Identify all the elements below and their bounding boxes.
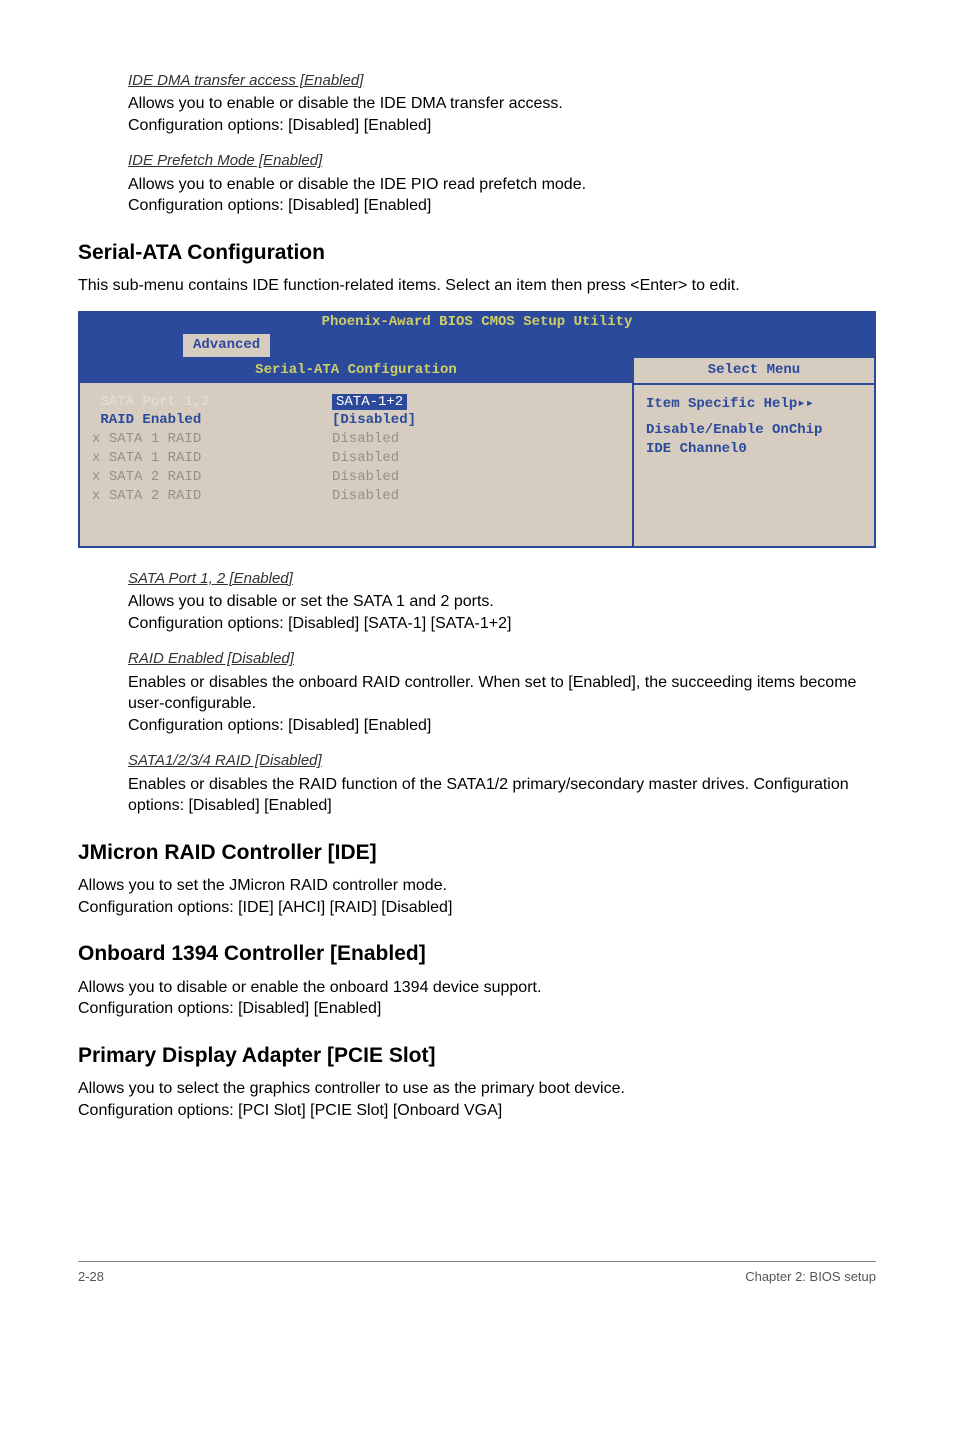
bios-help-l3: IDE Channel0 xyxy=(646,440,862,459)
row-value: Disabled xyxy=(332,430,432,449)
onboard1394-heading: Onboard 1394 Controller [Enabled] xyxy=(78,940,876,968)
ide-prefetch-title: IDE Prefetch Mode [Enabled] xyxy=(128,151,322,171)
sata-port-l2: Configuration options: [Disabled] [SATA-… xyxy=(128,615,511,632)
sata-raid-title: SATA1/2/3/4 RAID [Disabled] xyxy=(128,751,322,771)
primary-display-heading: Primary Display Adapter [PCIE Slot] xyxy=(78,1042,876,1070)
ide-prefetch-line1: Allows you to enable or disable the IDE … xyxy=(128,176,586,193)
bios-row-raid-enabled[interactable]: RAID Enabled [Disabled] xyxy=(92,411,620,430)
row-label: SATA 1 RAID xyxy=(109,431,201,447)
bios-tab-row: Advanced xyxy=(78,334,876,356)
primary-display-l1: Allows you to select the graphics contro… xyxy=(78,1078,876,1100)
ide-dma-block: IDE DMA transfer access [Enabled] Allows… xyxy=(128,70,876,136)
bios-subhead: Serial-ATA Configuration xyxy=(80,358,632,383)
bios-rows: SATA Port 1,2 SATA-1+2 RAID Enabled [Dis… xyxy=(80,383,632,546)
bios-help-title: Item Specific Help xyxy=(646,396,797,412)
row-prefix: x xyxy=(92,488,100,504)
row-prefix: x xyxy=(92,431,100,447)
page-footer: 2-28 Chapter 2: BIOS setup xyxy=(78,1261,876,1286)
row-value: SATA-1+2 xyxy=(332,394,407,410)
row-value: [Disabled] xyxy=(332,411,432,430)
sata-port-l1: Allows you to disable or set the SATA 1 … xyxy=(128,593,494,610)
jmicron-heading: JMicron RAID Controller [IDE] xyxy=(78,839,876,867)
bios-row-sata2-raid-b[interactable]: x SATA 2 RAID Disabled xyxy=(92,487,620,506)
primary-display-l2: Configuration options: [PCI Slot] [PCIE … xyxy=(78,1100,876,1122)
row-label: SATA Port 1,2 xyxy=(100,394,209,410)
bios-left-pane: Serial-ATA Configuration SATA Port 1,2 S… xyxy=(80,358,634,546)
row-prefix: x xyxy=(92,469,100,485)
raid-enabled-block: RAID Enabled [Disabled] Enables or disab… xyxy=(128,648,876,736)
raid-enabled-l2: Configuration options: [Disabled] [Enabl… xyxy=(128,717,431,734)
row-prefix: x xyxy=(92,450,100,466)
row-value: Disabled xyxy=(332,487,432,506)
arrows-icon: ▸▸ xyxy=(797,396,814,412)
bios-tab-advanced[interactable]: Advanced xyxy=(183,334,270,357)
raid-enabled-title: RAID Enabled [Disabled] xyxy=(128,649,294,669)
bios-title: Phoenix-Award BIOS CMOS Setup Utility xyxy=(78,311,876,334)
ide-prefetch-line2: Configuration options: [Disabled] [Enabl… xyxy=(128,197,431,214)
sata-port-title: SATA Port 1, 2 [Enabled] xyxy=(128,569,293,589)
row-value: Disabled xyxy=(332,468,432,487)
jmicron-l1: Allows you to set the JMicron RAID contr… xyxy=(78,875,876,897)
ide-dma-title: IDE DMA transfer access [Enabled] xyxy=(128,71,363,91)
row-label: SATA 2 RAID xyxy=(109,488,201,504)
bios-help: Item Specific Help▸▸ Disable/Enable OnCh… xyxy=(634,385,874,470)
sata-raid-block: SATA1/2/3/4 RAID [Disabled] Enables or d… xyxy=(128,750,876,816)
ide-dma-line1: Allows you to enable or disable the IDE … xyxy=(128,95,563,112)
bios-select-menu: Select Menu xyxy=(634,358,874,385)
serial-ata-lead: This sub-menu contains IDE function-rela… xyxy=(78,275,876,297)
bios-row-sata2-raid-a[interactable]: x SATA 2 RAID Disabled xyxy=(92,468,620,487)
row-value: Disabled xyxy=(332,449,432,468)
bios-panel: Phoenix-Award BIOS CMOS Setup Utility Ad… xyxy=(78,311,876,548)
sata-raid-l1: Enables or disables the RAID function of… xyxy=(128,776,849,815)
row-label: SATA 2 RAID xyxy=(109,469,201,485)
footer-left: 2-28 xyxy=(78,1268,104,1286)
row-label: RAID Enabled xyxy=(100,412,201,428)
bios-row-sata1-raid-b[interactable]: x SATA 1 RAID Disabled xyxy=(92,449,620,468)
jmicron-l2: Configuration options: [IDE] [AHCI] [RAI… xyxy=(78,897,876,919)
ide-prefetch-block: IDE Prefetch Mode [Enabled] Allows you t… xyxy=(128,150,876,216)
bios-body: Serial-ATA Configuration SATA Port 1,2 S… xyxy=(78,356,876,548)
sata-port-block: SATA Port 1, 2 [Enabled] Allows you to d… xyxy=(128,568,876,634)
row-label: SATA 1 RAID xyxy=(109,450,201,466)
bios-row-sata-port[interactable]: SATA Port 1,2 SATA-1+2 xyxy=(92,393,620,412)
footer-right: Chapter 2: BIOS setup xyxy=(745,1268,876,1286)
bios-help-l2: Disable/Enable OnChip xyxy=(646,421,862,440)
bios-right-pane: Select Menu Item Specific Help▸▸ Disable… xyxy=(634,358,874,546)
ide-dma-line2: Configuration options: [Disabled] [Enabl… xyxy=(128,117,431,134)
serial-ata-heading: Serial-ATA Configuration xyxy=(78,239,876,267)
raid-enabled-l1: Enables or disables the onboard RAID con… xyxy=(128,674,856,713)
bios-row-sata1-raid-a[interactable]: x SATA 1 RAID Disabled xyxy=(92,430,620,449)
onboard1394-l1: Allows you to disable or enable the onbo… xyxy=(78,977,876,999)
onboard1394-l2: Configuration options: [Disabled] [Enabl… xyxy=(78,998,876,1020)
